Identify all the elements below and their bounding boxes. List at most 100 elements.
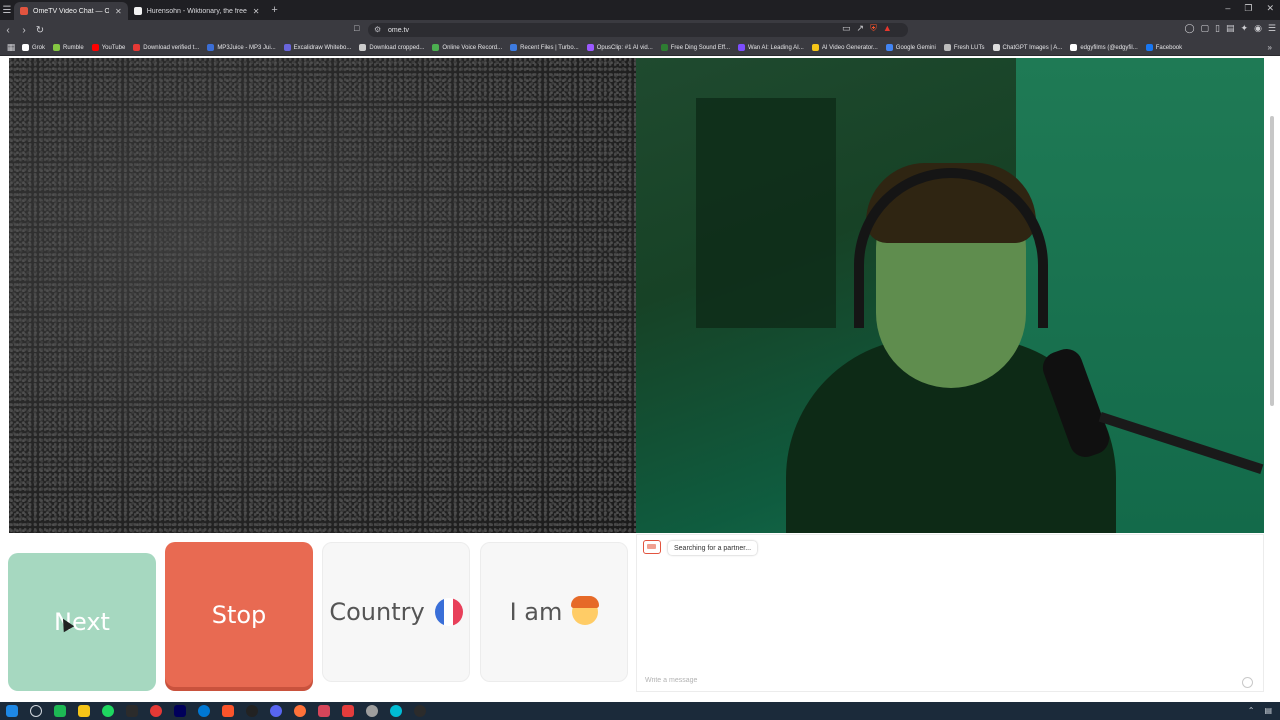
menu-icon[interactable]: ☰ xyxy=(1268,23,1276,34)
emoji-picker-icon[interactable] xyxy=(1242,677,1253,688)
bookmark-label: Fresh LUTs xyxy=(953,44,985,51)
url-text: ome.tv xyxy=(388,26,410,34)
gemini-icon xyxy=(885,44,893,51)
app-icon[interactable] xyxy=(318,705,330,717)
edge-icon[interactable] xyxy=(198,705,210,717)
extensions-icon[interactable]: ▢ xyxy=(1201,23,1210,34)
share-icon[interactable]: ↗ xyxy=(857,23,865,34)
i-am-button-label: I am xyxy=(509,598,563,626)
rumble-icon xyxy=(53,44,61,51)
bookmark-label: Online Voice Record... xyxy=(442,44,503,51)
bookmark-label: edgyfilms (@edgyfil... xyxy=(1080,44,1138,51)
globe-icon xyxy=(359,44,367,51)
bookmark-icon[interactable]: □ xyxy=(354,23,359,33)
tab-menu-icon[interactable]: ☰ xyxy=(0,3,14,17)
app-icon[interactable] xyxy=(246,705,258,717)
chat-icon[interactable]: ◯ xyxy=(1184,23,1194,34)
mp3juice-icon xyxy=(207,44,215,51)
windows-start-icon[interactable] xyxy=(6,705,18,717)
discord-icon[interactable] xyxy=(270,705,282,717)
bookmark-chatgpt-images[interactable]: ChatGPT Images | A... xyxy=(992,44,1062,51)
grok-icon xyxy=(22,44,29,51)
spotify-icon[interactable] xyxy=(102,705,114,717)
chat-status-message: Searching for a partner... xyxy=(668,541,758,555)
bookmark-download-cropped[interactable]: Download cropped... xyxy=(359,44,424,51)
screen-icon[interactable]: ▭ xyxy=(842,23,851,34)
minimize-icon[interactable]: – xyxy=(1225,3,1230,14)
opusclip-icon xyxy=(586,44,594,51)
apps-grid-icon[interactable]: ▦ xyxy=(0,42,22,53)
app-icon[interactable] xyxy=(390,705,402,717)
url-field[interactable]: ⚙ ome.tv xyxy=(368,23,908,37)
firefox-icon[interactable] xyxy=(294,705,306,717)
bookmark-ai-video[interactable]: AI Video Generator... xyxy=(811,44,878,51)
close-tab-icon[interactable]: ✕ xyxy=(115,7,122,16)
page-scrollbar[interactable] xyxy=(1270,116,1274,406)
bookmark-turbo[interactable]: Recent Files | Turbo... xyxy=(510,44,579,51)
wallet-icon[interactable]: ▤ xyxy=(1226,23,1235,34)
window-controls: – ❐ ✕ xyxy=(1225,3,1274,14)
app-icon[interactable] xyxy=(126,705,138,717)
i-am-button[interactable]: I am xyxy=(480,542,628,682)
chatgpt-icon xyxy=(992,44,1000,51)
back-icon[interactable]: ‹ xyxy=(0,22,16,38)
vpn-icon[interactable]: ◉ xyxy=(1254,23,1262,34)
chrome-icon[interactable] xyxy=(150,705,162,717)
tab-ometv[interactable]: OmeTV Video Chat — Omeg ✕ xyxy=(14,2,128,20)
bookmark-fresh-luts[interactable]: Fresh LUTs xyxy=(943,44,985,51)
bookmark-mp3juice[interactable]: MP3Juice - MP3 Jui... xyxy=(207,44,276,51)
taskbar: ⌃ ▤ xyxy=(0,702,1280,720)
wiktionary-favicon-icon xyxy=(133,7,142,15)
reload-icon[interactable]: ↻ xyxy=(32,22,48,38)
close-window-icon[interactable]: ✕ xyxy=(1266,3,1274,14)
address-bar-actions: ▭ ↗ ⛨ ▲ xyxy=(842,23,892,34)
toolbar-right: ◯ ▢ ▯ ▤ ✦ ◉ ☰ xyxy=(1184,23,1276,34)
stop-button[interactable]: Stop xyxy=(165,542,313,687)
tray-chevron-icon[interactable]: ⌃ xyxy=(1248,706,1255,715)
tab-wiktionary[interactable]: Hurensohn - Wiktionary, the free dict ✕ xyxy=(128,2,266,20)
maximize-icon[interactable]: ❐ xyxy=(1244,3,1252,14)
bookmark-wan-ai[interactable]: Wan AI: Leading AI... xyxy=(738,44,804,51)
bookmark-voice-recorder[interactable]: Online Voice Record... xyxy=(432,44,502,51)
close-tab-icon[interactable]: ✕ xyxy=(253,7,260,16)
bookmark-excalidraw[interactable]: Excalidraw Whitebo... xyxy=(283,44,351,51)
bookmark-opusclip[interactable]: OpusClip: #1 AI vid... xyxy=(586,44,653,51)
bookmark-label: Facebook xyxy=(1155,44,1183,51)
bookmark-youtube[interactable]: YouTube xyxy=(91,44,126,51)
bookmark-facebook[interactable]: Facebook xyxy=(1145,44,1183,51)
bookmark-label: Download cropped... xyxy=(369,44,425,51)
country-button[interactable]: Country xyxy=(322,542,470,682)
bookmark-edgyfilms[interactable]: edgyfilms (@edgyfil... xyxy=(1070,44,1138,51)
bookmark-download-verified[interactable]: Download verified t... xyxy=(133,44,199,51)
app-icon[interactable] xyxy=(366,705,378,717)
new-tab-icon[interactable]: + xyxy=(271,4,277,16)
ometv-page: Next Stop Country I am Searching for a p… xyxy=(0,56,1280,702)
bookmark-label: Wan AI: Leading AI... xyxy=(748,44,804,51)
bookmark-label: YouTube xyxy=(101,44,126,51)
site-info-icon[interactable]: ⚙ xyxy=(374,25,381,34)
self-camera-video xyxy=(636,58,1264,533)
bookmark-gemini[interactable]: Google Gemini xyxy=(885,44,936,51)
brave-rewards-icon[interactable]: ▲ xyxy=(883,23,892,34)
forward-icon[interactable]: › xyxy=(16,22,32,38)
app-icon[interactable] xyxy=(414,705,426,717)
message-input[interactable] xyxy=(643,672,1247,688)
address-bar: ‹ › ↻ □ ⚙ ome.tv ▭ ↗ ⛨ ▲ ◯ ▢ ▯ ▤ ✦ ◉ ☰ xyxy=(0,20,1280,40)
sidebar-icon[interactable]: ▯ xyxy=(1215,23,1220,34)
search-icon[interactable] xyxy=(30,705,42,717)
leo-ai-icon[interactable]: ✦ xyxy=(1241,23,1249,34)
bookmark-rumble[interactable]: Rumble xyxy=(53,44,84,51)
network-icon[interactable]: ▤ xyxy=(1264,706,1272,715)
brave-icon[interactable] xyxy=(222,705,234,717)
brave-shield-icon[interactable]: ⛨ xyxy=(870,23,877,34)
file-explorer-icon[interactable] xyxy=(78,705,90,717)
bookmark-ding-sound[interactable]: Free Ding Sound Eff... xyxy=(660,44,730,51)
next-button[interactable]: Next xyxy=(8,553,156,691)
app-icon[interactable] xyxy=(54,705,66,717)
turbo-icon xyxy=(510,44,518,51)
bookmark-grok[interactable]: Grok xyxy=(22,44,45,51)
sound-icon xyxy=(660,44,668,51)
vivaldi-icon[interactable] xyxy=(342,705,354,717)
more-bookmarks-icon[interactable]: » xyxy=(1268,43,1272,52)
after-effects-icon[interactable] xyxy=(174,705,186,717)
